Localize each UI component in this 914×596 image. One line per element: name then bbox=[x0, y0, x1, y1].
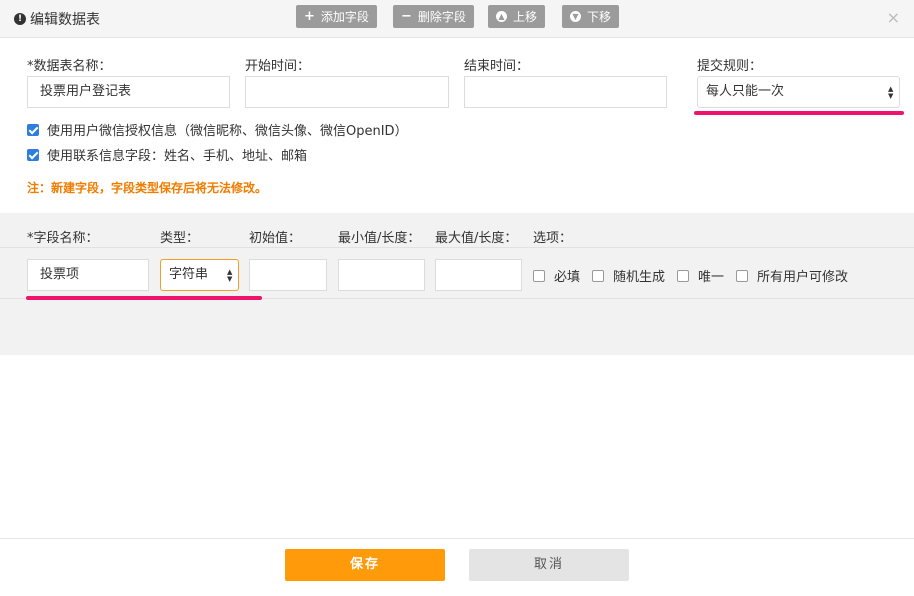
start-time-label: 开始时间： bbox=[245, 59, 311, 74]
field-options-header: 选项： bbox=[533, 231, 573, 246]
field-initial-header: 初始值： bbox=[249, 231, 302, 246]
table-name-input[interactable]: 投票用户登记表 bbox=[27, 76, 230, 108]
highlight-underline-field-row bbox=[26, 296, 262, 300]
checkbox-checked-icon bbox=[27, 148, 39, 161]
submit-rule-value: 每人只能一次 bbox=[706, 84, 785, 99]
option-random-checkbox[interactable]: 随机生成 bbox=[592, 266, 665, 285]
checkbox-unchecked-icon bbox=[677, 269, 689, 282]
chevron-up-icon: ▲ bbox=[496, 11, 507, 22]
field-max-header: 最大值/长度： bbox=[435, 231, 518, 246]
field-type-header: 类型： bbox=[160, 231, 200, 246]
dialog-title: ! 编辑数据表 bbox=[14, 9, 100, 29]
table-name-label: *数据表名称： bbox=[27, 59, 112, 74]
checkbox-unchecked-icon bbox=[736, 269, 748, 282]
chevron-down-icon: ▼ bbox=[570, 11, 581, 22]
wechat-auth-label: 使用用户微信授权信息（微信昵称、微信头像、微信OpenID） bbox=[47, 124, 408, 139]
end-time-label: 结束时间： bbox=[464, 59, 530, 74]
select-arrows-icon: ▲ ▼ bbox=[888, 85, 894, 100]
field-type-select[interactable]: 字符串 ▲ ▼ bbox=[160, 259, 239, 291]
field-name-header: *字段名称： bbox=[27, 231, 99, 246]
save-button[interactable]: 保存 bbox=[285, 549, 445, 581]
wechat-auth-checkbox[interactable]: 使用用户微信授权信息（微信昵称、微信头像、微信OpenID） bbox=[27, 120, 408, 139]
field-type-note: 注：新建字段，字段类型保存后将无法修改。 bbox=[27, 181, 268, 195]
option-required-checkbox[interactable]: 必填 bbox=[533, 266, 580, 285]
end-time-input[interactable] bbox=[464, 76, 667, 108]
cancel-button[interactable]: 取消 bbox=[469, 549, 629, 581]
highlight-underline-submit-rule bbox=[694, 111, 904, 115]
field-max-input[interactable] bbox=[435, 259, 522, 291]
contact-info-checkbox[interactable]: 使用联系信息字段：姓名、手机、地址、邮箱 bbox=[27, 145, 307, 164]
move-down-button[interactable]: ▼ 下移 bbox=[562, 5, 620, 28]
close-icon[interactable]: × bbox=[887, 8, 900, 27]
delete-field-button[interactable]: − 删除字段 bbox=[393, 5, 474, 28]
field-type-value: 字符串 bbox=[169, 267, 209, 282]
checkbox-unchecked-icon bbox=[533, 269, 545, 282]
minus-icon: − bbox=[401, 9, 412, 24]
checkbox-unchecked-icon bbox=[592, 269, 604, 282]
alert-icon: ! bbox=[14, 13, 26, 25]
select-arrows-icon: ▲ ▼ bbox=[227, 268, 233, 283]
footer-divider bbox=[0, 538, 914, 539]
option-user-editable-checkbox[interactable]: 所有用户可修改 bbox=[736, 266, 848, 285]
field-name-input[interactable]: 投票项 bbox=[27, 259, 149, 291]
add-field-button[interactable]: + 添加字段 bbox=[296, 5, 377, 28]
submit-rule-select[interactable]: 每人只能一次 ▲ ▼ bbox=[697, 76, 900, 108]
start-time-input[interactable] bbox=[245, 76, 449, 108]
dialog-header: ! 编辑数据表 + 添加字段 − 删除字段 ▲ 上移 ▼ 下移 × bbox=[0, 0, 914, 38]
field-initial-input[interactable] bbox=[249, 259, 327, 291]
move-up-button[interactable]: ▲ 上移 bbox=[488, 5, 546, 28]
field-min-header: 最小值/长度： bbox=[338, 231, 421, 246]
field-min-input[interactable] bbox=[338, 259, 425, 291]
divider bbox=[0, 247, 914, 248]
option-unique-checkbox[interactable]: 唯一 bbox=[677, 266, 724, 285]
checkbox-checked-icon bbox=[27, 123, 39, 136]
plus-icon: + bbox=[304, 9, 315, 24]
contact-info-label: 使用联系信息字段：姓名、手机、地址、邮箱 bbox=[47, 149, 308, 164]
submit-rule-label: 提交规则： bbox=[697, 59, 763, 74]
dialog-title-text: 编辑数据表 bbox=[30, 12, 100, 28]
